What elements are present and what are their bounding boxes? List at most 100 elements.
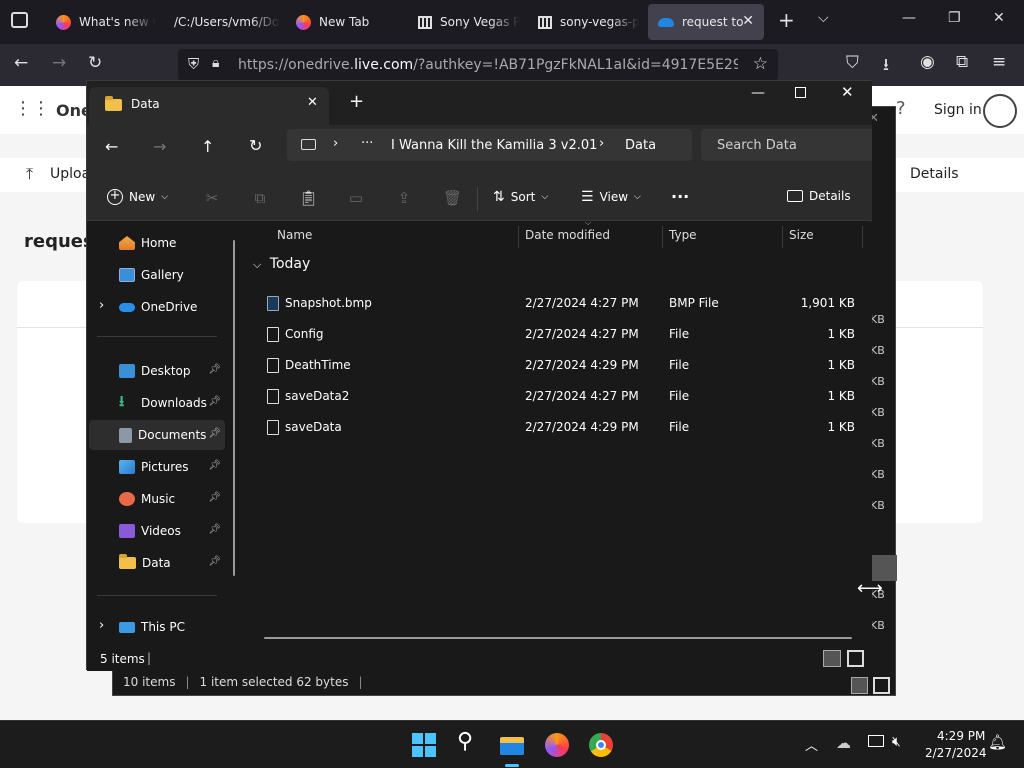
details-pane-button[interactable]: Details: [787, 189, 851, 203]
minimize-icon[interactable]: —: [751, 85, 765, 101]
details-button[interactable]: Details: [910, 166, 959, 182]
explorer-tab-data[interactable]: Data ✕: [89, 87, 329, 125]
back-arrow-icon[interactable]: ←: [105, 137, 118, 156]
paste-icon[interactable]: 📋︎: [299, 189, 318, 207]
sort-button[interactable]: ⇅ Sort ⌵: [493, 189, 548, 205]
share-icon[interactable]: ⇪: [395, 189, 413, 207]
breadcrumb-item-game-folder[interactable]: I Wanna Kill the Kamilia 3 v2.01: [391, 138, 597, 153]
nav-item-videos[interactable]: Videos 📌︎: [89, 516, 225, 546]
view-button[interactable]: ☰ View ⌵: [581, 189, 641, 205]
help-icon[interactable]: ?: [896, 98, 906, 119]
reload-icon[interactable]: ↻: [88, 53, 102, 73]
bookmark-star-icon[interactable]: ☆: [753, 54, 768, 74]
more-options-icon[interactable]: ···: [671, 187, 689, 206]
firefox-icon[interactable]: [545, 733, 569, 757]
lock-icon[interactable]: 🔒︎: [212, 55, 219, 71]
pin-icon[interactable]: 📌︎: [208, 460, 221, 471]
breadcrumb[interactable]: › ··· I Wanna Kill the Kamilia 3 v2.01 ›…: [287, 129, 692, 161]
nav-item-data[interactable]: Data 📌︎: [89, 548, 225, 578]
sign-in-link[interactable]: Sign in: [934, 102, 982, 118]
file-explorer-window[interactable]: Data ✕ + — ✕ ← → ↑ ↻ › ··· I Wanna Kill …: [86, 80, 872, 671]
close-tab-icon[interactable]: ✕: [742, 13, 754, 29]
column-header-type[interactable]: Type: [669, 228, 697, 242]
back-arrow-icon[interactable]: ←: [14, 53, 28, 73]
breadcrumb-overflow[interactable]: ···: [361, 136, 373, 151]
clock-date[interactable]: 2/27/2024: [925, 746, 987, 760]
tiles-view-icon[interactable]: [847, 650, 864, 667]
browser-tab-local-file[interactable]: /C:/Users/vm6/Do: [164, 4, 280, 40]
table-row[interactable]: saveData 2/27/2024 4:29 PM File 1 KB: [247, 412, 857, 443]
forward-arrow-icon[interactable]: →: [153, 137, 166, 156]
table-row[interactable]: Snapshot.bmp 2/27/2024 4:27 PM BMP File …: [247, 288, 857, 319]
close-window-icon[interactable]: ✕: [841, 83, 854, 101]
nav-item-downloads[interactable]: ⭳ Downloads 📌︎: [89, 388, 225, 418]
extensions-icon[interactable]: ⧉: [956, 52, 968, 72]
this-pc-monitor-icon[interactable]: [301, 139, 316, 150]
up-arrow-icon[interactable]: ↑: [201, 137, 214, 156]
maximize-icon[interactable]: [795, 87, 806, 98]
pin-icon[interactable]: 📌︎: [208, 556, 221, 567]
account-icon[interactable]: ◉: [920, 52, 935, 72]
tab-list-icon[interactable]: [11, 12, 28, 28]
chevron-right-icon[interactable]: ›: [99, 618, 104, 633]
delete-icon[interactable]: 🗑︎: [443, 189, 462, 207]
table-row[interactable]: saveData2 2/27/2024 4:27 PM File 1 KB: [247, 381, 857, 412]
nav-item-this-pc[interactable]: › This PC: [89, 612, 225, 642]
nav-scrollbar[interactable]: [233, 240, 235, 576]
table-row[interactable]: DeathTime 2/27/2024 4:29 PM File 1 KB: [247, 350, 857, 381]
url-bar[interactable]: ⛨ 🔒︎ https://onedrive.live.com/?authkey=…: [178, 49, 778, 81]
column-header-date-modified[interactable]: Date modified: [525, 228, 610, 242]
pocket-icon[interactable]: ⛉: [846, 53, 859, 73]
tray-overflow-chevron-icon[interactable]: ︿: [805, 735, 818, 754]
nav-item-gallery[interactable]: Gallery: [89, 260, 225, 290]
horizontal-scrollbar[interactable]: [264, 637, 852, 639]
group-header-today[interactable]: ⌵ Today: [253, 256, 310, 272]
rename-icon[interactable]: ▭: [347, 189, 365, 207]
close-window-icon[interactable]: ✕: [993, 10, 1005, 26]
new-tab-icon[interactable]: +: [349, 91, 364, 112]
pin-icon[interactable]: 📌︎: [208, 396, 221, 407]
tab-overflow-chevron-icon[interactable]: ⌵: [818, 10, 829, 26]
pin-icon[interactable]: 📌︎: [208, 524, 221, 535]
browser-tab-whats-new[interactable]: What's new w: [46, 4, 156, 40]
nav-item-pictures[interactable]: Pictures 📌︎: [89, 452, 225, 482]
nav-item-music[interactable]: Music 📌︎: [89, 484, 225, 514]
copy-icon[interactable]: ⧉: [251, 189, 269, 207]
refresh-icon[interactable]: ↻: [249, 136, 262, 155]
nav-item-onedrive[interactable]: › OneDrive: [89, 292, 225, 322]
breadcrumb-item-data[interactable]: Data: [625, 138, 656, 153]
nav-item-home[interactable]: Home: [89, 228, 225, 258]
nav-item-documents[interactable]: Documents 📌︎: [89, 420, 225, 450]
clock-time[interactable]: 4:29 PM: [937, 729, 985, 743]
browser-tab-sony-vegas-2[interactable]: sony-vegas-pr: [528, 4, 640, 40]
chevron-right-icon[interactable]: ›: [333, 136, 338, 151]
close-tab-icon[interactable]: ✕: [307, 95, 318, 110]
chevron-right-icon[interactable]: ›: [99, 298, 104, 313]
browser-tab-onedrive[interactable]: request to ✕: [648, 4, 764, 40]
new-button[interactable]: + New ⌵: [107, 189, 168, 205]
background-details-view-icon[interactable]: [851, 677, 868, 694]
upload-button[interactable]: Uploa: [50, 166, 90, 182]
pin-icon[interactable]: 📌︎: [208, 492, 221, 503]
pin-icon[interactable]: 📌︎: [208, 364, 221, 375]
details-view-icon[interactable]: [823, 650, 841, 667]
pin-icon[interactable]: 📌︎: [208, 428, 221, 439]
downloads-icon[interactable]: ⭳: [883, 52, 889, 81]
minimize-icon[interactable]: —: [902, 10, 916, 26]
restore-icon[interactable]: ❐: [948, 10, 961, 26]
search-input[interactable]: Search Data: [701, 129, 872, 161]
column-header-name[interactable]: Name: [277, 228, 312, 242]
background-tiles-view-icon[interactable]: [873, 677, 890, 694]
display-icon[interactable]: [868, 735, 884, 747]
chrome-icon[interactable]: [589, 733, 613, 757]
column-header-size[interactable]: Size: [789, 228, 814, 242]
cut-icon[interactable]: ✂: [203, 189, 221, 207]
table-row[interactable]: Config 2/27/2024 4:27 PM File 1 KB: [247, 319, 857, 350]
network-off-icon[interactable]: ☁︎: [836, 734, 851, 752]
search-icon[interactable]: ⚲: [457, 729, 481, 754]
volume-muted-icon[interactable]: 🔇︎: [892, 734, 901, 750]
nav-item-desktop[interactable]: Desktop 📌︎: [89, 356, 225, 386]
start-windows-icon[interactable]: [412, 733, 436, 757]
browser-tab-sony-vegas-1[interactable]: Sony Vegas Pr: [408, 4, 520, 40]
forward-arrow-icon[interactable]: →: [52, 53, 66, 73]
